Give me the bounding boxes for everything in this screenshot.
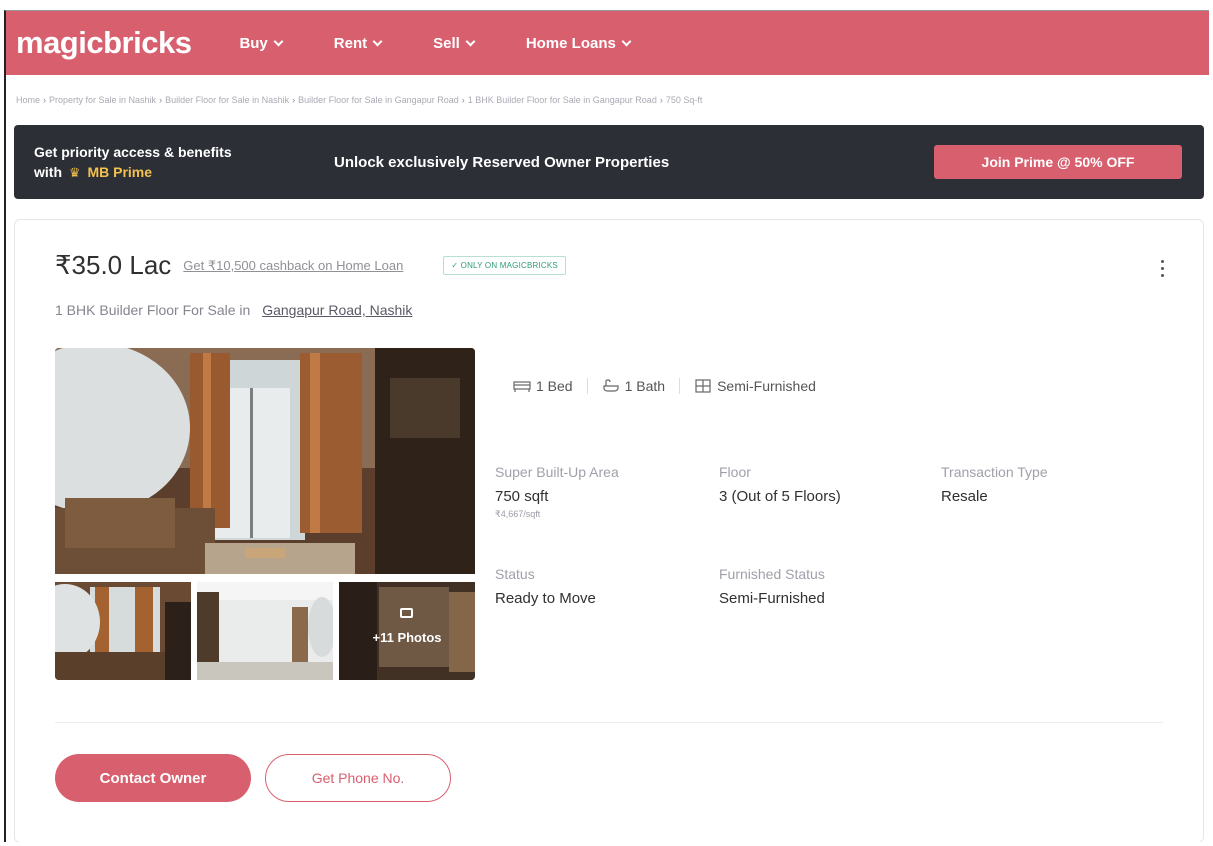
chevron-down-icon <box>372 36 383 46</box>
prime-message: Unlock exclusively Reserved Owner Proper… <box>334 153 670 171</box>
amenity-chips: 1 Bed 1 Bath Semi-Furnished <box>513 378 816 394</box>
chip-divider <box>586 378 588 394</box>
status-detail: Status Ready to Move <box>495 566 596 607</box>
subtitle-prefix: 1 BHK Builder Floor For Sale in <box>55 302 251 318</box>
transaction-detail: Transaction Type Resale <box>941 464 1048 505</box>
floor-label: Floor <box>719 464 751 480</box>
breadcrumb-separator: › <box>292 95 296 105</box>
nav-sell-label: Sell <box>433 34 460 52</box>
prime-benefits-text: Get priority access & benefits with ♛ MB… <box>14 142 334 183</box>
price-per-sqft: ₹4,667/sqft <box>495 509 541 519</box>
area-label: Super Built-Up Area <box>495 464 619 480</box>
page-frame: magicbricks Buy Rent Sell Home Loans Hom… <box>4 10 1209 842</box>
only-on-magicbricks-badge: ✓ ONLY ON MAGICBRICKS <box>443 256 566 275</box>
transaction-label: Transaction Type <box>941 464 1048 480</box>
contact-owner-button[interactable]: Contact Owner <box>55 754 251 802</box>
chevron-down-icon <box>273 36 284 46</box>
bath-icon <box>602 379 619 392</box>
top-header: magicbricks Buy Rent Sell Home Loans <box>6 11 1209 75</box>
furniture-icon <box>695 379 711 393</box>
breadcrumb-item[interactable]: Property for Sale in Nashik <box>49 95 156 105</box>
floor-detail: Floor 3 (Out of 5 Floors) <box>719 464 841 505</box>
prime-line-2: with ♛ MB Prime <box>34 162 334 183</box>
breadcrumb-item[interactable]: Home <box>16 95 40 105</box>
location-link[interactable]: Gangapur Road, Nashik <box>262 302 412 318</box>
property-price: ₹35.0 Lac <box>55 250 172 280</box>
join-prime-button[interactable]: Join Prime @ 50% OFF <box>934 145 1182 179</box>
nav-sell[interactable]: Sell <box>433 34 476 52</box>
nav-home-loans-label: Home Loans <box>525 34 616 52</box>
status-label: Status <box>495 566 535 582</box>
photo-thumbnail[interactable] <box>197 582 333 680</box>
thumbnail-image <box>197 582 333 680</box>
breadcrumb-item[interactable]: Builder Floor for Sale in Gangapur Road <box>298 95 459 105</box>
card-divider <box>55 722 1163 723</box>
prime-line-1: Get priority access & benefits <box>34 143 232 160</box>
prime-brand: MB Prime <box>87 163 153 180</box>
chevron-down-icon <box>465 36 476 46</box>
more-photos-count: +11 Photos <box>372 630 442 645</box>
breadcrumb-separator: › <box>43 95 47 105</box>
breadcrumb-item[interactable]: Builder Floor for Sale in Nashik <box>165 95 289 105</box>
bath-chip: 1 Bath <box>602 378 665 394</box>
chevron-down-icon <box>621 36 632 46</box>
nav-home-loans[interactable]: Home Loans <box>525 34 632 52</box>
breadcrumb: Home › Property for Sale in Nashik › Bui… <box>6 75 1209 125</box>
furnished-label: Furnished Status <box>719 566 825 582</box>
breadcrumb-separator: › <box>461 95 465 105</box>
furnishing-value: Semi-Furnished <box>717 378 816 394</box>
magicbricks-logo[interactable]: magicbricks <box>16 25 192 61</box>
bath-count: 1 Bath <box>624 378 666 394</box>
bed-chip: 1 Bed <box>513 378 573 394</box>
area-detail: Super Built-Up Area 750 sqft ₹4,667/sqft <box>495 464 619 520</box>
more-options-icon[interactable] <box>1161 260 1165 280</box>
camera-icon <box>400 608 413 618</box>
prime-line-2-prefix: with <box>34 163 62 180</box>
property-subtitle: 1 BHK Builder Floor For Sale in Gangapur… <box>55 302 412 318</box>
thumbnail-image <box>55 582 191 680</box>
transaction-value: Resale <box>941 488 988 505</box>
cashback-link[interactable]: Get ₹10,500 cashback on Home Loan <box>183 258 403 274</box>
breadcrumb-item[interactable]: 1 BHK Builder Floor for Sale in Gangapur… <box>468 95 657 105</box>
get-phone-button[interactable]: Get Phone No. <box>265 754 451 802</box>
crown-icon: ♛ <box>68 164 81 180</box>
breadcrumb-separator: › <box>159 95 163 105</box>
furnished-value: Semi-Furnished <box>719 590 825 607</box>
breadcrumb-current: 750 Sq-ft <box>665 95 703 105</box>
nav-rent[interactable]: Rent <box>333 34 383 52</box>
more-photos-thumbnail[interactable]: +11 Photos <box>339 582 475 680</box>
property-card: ₹35.0 Lac Get ₹10,500 cashback on Home L… <box>14 219 1204 842</box>
bed-icon <box>513 381 531 392</box>
chip-divider <box>679 378 681 394</box>
furnishing-chip: Semi-Furnished <box>694 378 816 394</box>
nav-rent-label: Rent <box>333 34 368 52</box>
living-room-image <box>55 348 475 574</box>
nav-buy[interactable]: Buy <box>239 34 284 52</box>
price-row: ₹35.0 Lac Get ₹10,500 cashback on Home L… <box>55 250 566 281</box>
area-value: 750 sqft <box>495 488 549 505</box>
floor-value: 3 (Out of 5 Floors) <box>719 488 841 505</box>
bed-count: 1 Bed <box>536 378 573 394</box>
status-value: Ready to Move <box>495 590 596 607</box>
photo-thumbnail[interactable] <box>55 582 191 680</box>
main-property-photo[interactable] <box>55 348 475 574</box>
nav-buy-label: Buy <box>239 34 268 52</box>
prime-banner: Get priority access & benefits with ♛ MB… <box>14 125 1204 199</box>
breadcrumb-separator: › <box>659 95 663 105</box>
furnished-detail: Furnished Status Semi-Furnished <box>719 566 825 607</box>
